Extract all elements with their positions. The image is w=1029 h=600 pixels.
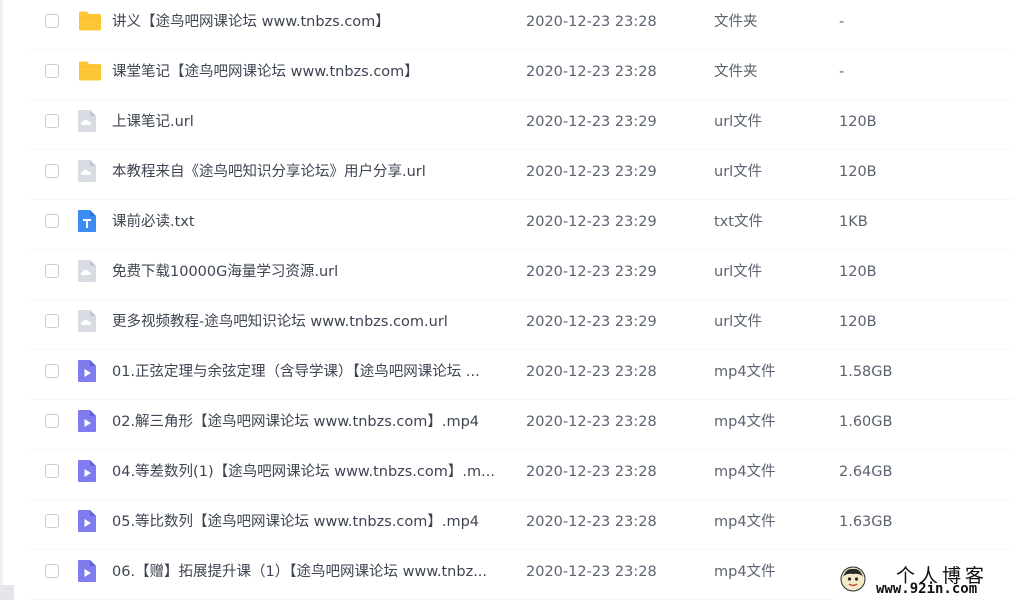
file-row[interactable]: 01.正弦定理与余弦定理（含导学课）【途鸟吧网课论坛 ... 2020-12-23… [28,350,1013,400]
file-type: 文件夹 [714,64,758,80]
watermark-avatar-icon [840,566,866,592]
file-modified-date: 2020-12-23 23:29 [526,264,657,280]
sidebar-edge [0,0,3,600]
video-file-icon [77,559,99,583]
row-checkbox[interactable] [45,314,59,328]
row-checkbox[interactable] [45,564,59,578]
file-list: 讲义【途鸟吧网课论坛 www.tnbzs.com】 2020-12-23 23:2… [28,0,1013,600]
file-name[interactable]: 课堂笔记【途鸟吧网课论坛 www.tnbzs.com】 [112,63,507,81]
file-name[interactable]: 06.【赠】拓展提升课（1）【途鸟吧网课论坛 www.tnbz... [112,563,507,581]
file-row[interactable]: 上课笔记.url 2020-12-23 23:29 url文件 120B [28,100,1013,150]
file-name[interactable]: 本教程来自《途鸟吧知识分享论坛》用户分享.url [112,163,507,181]
url-file-icon [77,259,99,283]
file-type: mp4文件 [714,564,776,580]
file-size: - [839,14,845,30]
file-row[interactable]: 02.解三角形【途鸟吧网课论坛 www.tnbzs.com】.mp4 2020-1… [28,400,1013,450]
file-type: txt文件 [714,214,763,230]
file-size: 120B [839,164,877,180]
file-name[interactable]: 更多视频教程-途鸟吧知识论坛 www.tnbzs.com.url [112,313,507,331]
row-checkbox[interactable] [45,414,59,428]
file-type: mp4文件 [714,364,776,380]
file-row[interactable]: 课堂笔记【途鸟吧网课论坛 www.tnbzs.com】 2020-12-23 23… [28,50,1013,100]
file-type: mp4文件 [714,464,776,480]
file-row[interactable]: 讲义【途鸟吧网课论坛 www.tnbzs.com】 2020-12-23 23:2… [28,0,1013,50]
file-row[interactable]: 04.等差数列(1)【途鸟吧网课论坛 www.tnbzs.com】.m... 20… [28,450,1013,500]
url-file-icon [77,159,99,183]
video-file-icon [77,459,99,483]
file-type: url文件 [714,314,763,330]
scrollbar-thumb[interactable] [0,585,14,600]
file-row[interactable]: 课前必读.txt 2020-12-23 23:29 txt文件 1KB [28,200,1013,250]
watermark: 个人博客 www.92in.com [836,561,1029,600]
file-type: url文件 [714,164,763,180]
file-size: 120B [839,114,877,130]
folder-icon [77,9,101,33]
url-file-icon [77,309,99,333]
file-name[interactable]: 05.等比数列【途鸟吧网课论坛 www.tnbzs.com】.mp4 [112,513,507,531]
file-size: 1KB [839,214,868,230]
video-file-icon [77,409,99,433]
file-name[interactable]: 01.正弦定理与余弦定理（含导学课）【途鸟吧网课论坛 ... [112,363,507,381]
file-type: url文件 [714,114,763,130]
file-size: - [839,64,845,80]
file-modified-date: 2020-12-23 23:28 [526,564,657,580]
file-browser: 讲义【途鸟吧网课论坛 www.tnbzs.com】 2020-12-23 23:2… [0,0,1029,600]
file-modified-date: 2020-12-23 23:28 [526,514,657,530]
row-checkbox[interactable] [45,464,59,478]
row-checkbox[interactable] [45,264,59,278]
file-row[interactable]: 更多视频教程-途鸟吧知识论坛 www.tnbzs.com.url 2020-12-… [28,300,1013,350]
file-modified-date: 2020-12-23 23:28 [526,464,657,480]
file-type: mp4文件 [714,414,776,430]
file-size: 1.58GB [839,364,893,380]
file-size: 1.63GB [839,514,893,530]
file-row[interactable]: 05.等比数列【途鸟吧网课论坛 www.tnbzs.com】.mp4 2020-1… [28,500,1013,550]
row-checkbox[interactable] [45,164,59,178]
file-type: mp4文件 [714,514,776,530]
row-checkbox[interactable] [45,114,59,128]
file-modified-date: 2020-12-23 23:28 [526,64,657,80]
file-modified-date: 2020-12-23 23:29 [526,214,657,230]
file-name[interactable]: 上课笔记.url [112,113,507,131]
file-modified-date: 2020-12-23 23:28 [526,364,657,380]
video-file-icon [77,509,99,533]
file-modified-date: 2020-12-23 23:28 [526,14,657,30]
file-name[interactable]: 04.等差数列(1)【途鸟吧网课论坛 www.tnbzs.com】.m... [112,463,507,481]
file-modified-date: 2020-12-23 23:29 [526,314,657,330]
row-checkbox[interactable] [45,14,59,28]
folder-icon [77,59,101,83]
file-name[interactable]: 免费下载10000G海量学习资源.url [112,263,507,281]
file-size: 2.64GB [839,464,893,480]
url-file-icon [77,109,99,133]
file-size: 120B [839,264,877,280]
file-type: url文件 [714,264,763,280]
file-name[interactable]: 02.解三角形【途鸟吧网课论坛 www.tnbzs.com】.mp4 [112,413,507,431]
file-size: 1.60GB [839,414,893,430]
watermark-url: www.92in.com [876,581,978,597]
text-file-icon [77,209,99,233]
file-row[interactable]: 免费下载10000G海量学习资源.url 2020-12-23 23:29 url文… [28,250,1013,300]
file-name[interactable]: 课前必读.txt [112,213,507,231]
file-size: 120B [839,314,877,330]
row-checkbox[interactable] [45,364,59,378]
file-modified-date: 2020-12-23 23:29 [526,164,657,180]
file-row[interactable]: 本教程来自《途鸟吧知识分享论坛》用户分享.url 2020-12-23 23:29… [28,150,1013,200]
file-type: 文件夹 [714,14,758,30]
row-checkbox[interactable] [45,64,59,78]
file-modified-date: 2020-12-23 23:29 [526,114,657,130]
video-file-icon [77,359,99,383]
row-checkbox[interactable] [45,214,59,228]
file-modified-date: 2020-12-23 23:28 [526,414,657,430]
file-name[interactable]: 讲义【途鸟吧网课论坛 www.tnbzs.com】 [112,13,507,31]
row-checkbox[interactable] [45,514,59,528]
